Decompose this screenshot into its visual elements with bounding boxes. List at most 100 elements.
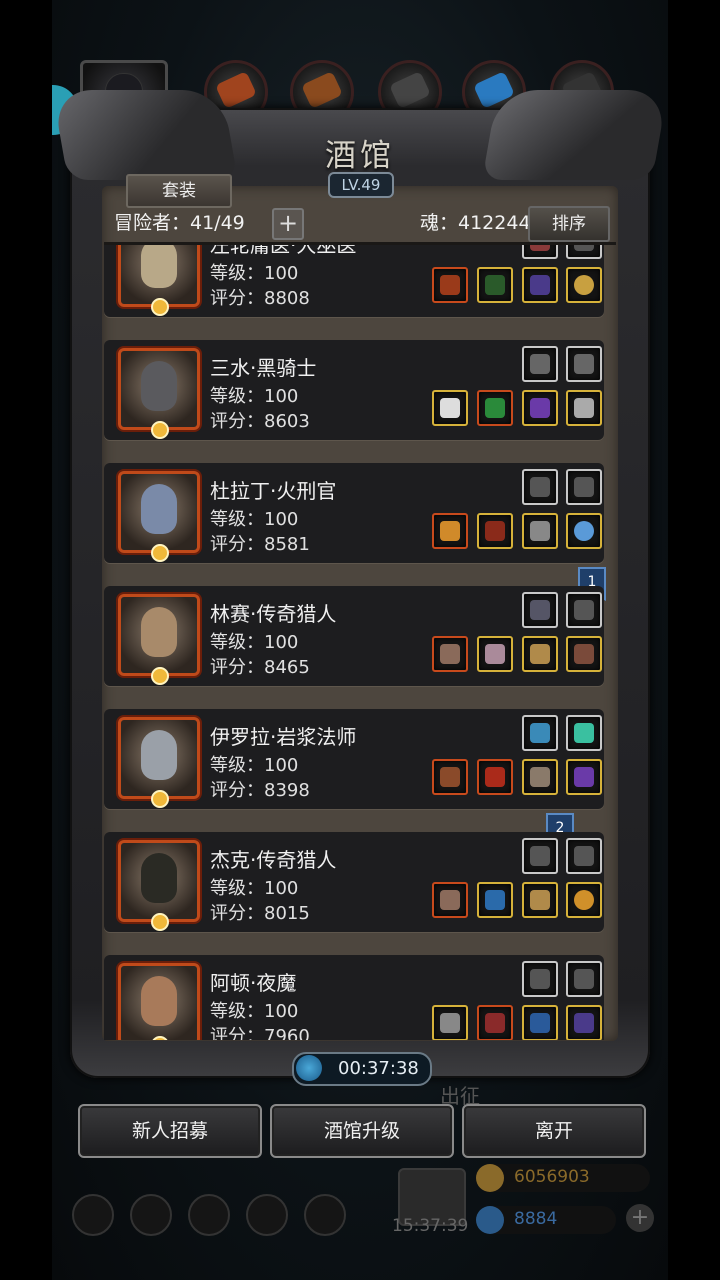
gem-slot-icon[interactable] xyxy=(566,245,602,259)
hero-row[interactable]: 伊罗拉·岩浆法师 等级：100 评分：8398 xyxy=(104,709,604,809)
gift-timer: 15:37:39 xyxy=(392,1216,469,1236)
map-icon[interactable] xyxy=(188,1194,230,1236)
armor-item-icon[interactable] xyxy=(477,882,513,918)
amulet-item-icon[interactable] xyxy=(566,390,602,426)
hero-score: 评分：8015 xyxy=(210,903,310,924)
hero-row[interactable]: 左轮庸医·大巫医 等级：100 评分：8808 xyxy=(104,245,604,317)
hero-name: 杰克·传奇猎人 xyxy=(210,848,337,872)
clock-icon xyxy=(296,1055,322,1081)
panel-title: 酒馆 xyxy=(325,138,395,174)
hero-level: 等级：100 xyxy=(210,263,299,284)
hero-name: 林赛·传奇猎人 xyxy=(210,602,337,626)
gold-counter: 6056903 xyxy=(476,1164,650,1192)
gem-slot-icon[interactable] xyxy=(522,592,558,628)
hero-level: 等级：100 xyxy=(210,386,299,407)
upgrade-tavern-button[interactable]: 酒馆升级 xyxy=(270,1104,454,1158)
armor-item-icon[interactable] xyxy=(477,636,513,672)
hero-list[interactable]: 左轮庸医·大巫医 等级：100 评分：8808 三水·黑骑士 等级：100 评分… xyxy=(104,245,616,1040)
add-currency-icon[interactable]: + xyxy=(626,1204,654,1232)
hero-score: 评分：8808 xyxy=(210,288,310,309)
settings-icon[interactable] xyxy=(72,1194,114,1236)
hero-row[interactable]: 林赛·传奇猎人 等级：100 评分：8465 xyxy=(104,586,604,686)
hero-portrait xyxy=(118,348,200,439)
gun-item-icon[interactable] xyxy=(432,636,468,672)
weapon-item-icon[interactable] xyxy=(432,267,468,303)
bag-icon[interactable] xyxy=(304,1194,346,1236)
hero-score: 评分：8581 xyxy=(210,534,310,555)
hero-portrait xyxy=(118,471,200,562)
timer-text: 00:37:38 xyxy=(338,1058,419,1079)
sort-button[interactable]: 排序 xyxy=(528,206,610,242)
gem-slot-icon[interactable] xyxy=(522,469,558,505)
gun-item-icon[interactable] xyxy=(432,882,468,918)
hero-level: 等级：100 xyxy=(210,632,299,653)
horn-item-icon[interactable] xyxy=(522,882,558,918)
hero-portrait xyxy=(118,717,200,808)
gem-slot-icon[interactable] xyxy=(566,346,602,382)
hero-portrait xyxy=(118,594,200,685)
accessory-item-icon[interactable] xyxy=(522,390,558,426)
hero-name: 左轮庸医·大巫医 xyxy=(210,245,357,257)
hero-level: 等级：100 xyxy=(210,878,299,899)
gem-slot-icon[interactable] xyxy=(522,715,558,751)
gem-slot-icon[interactable] xyxy=(522,961,558,997)
hero-score: 评分：8398 xyxy=(210,780,310,801)
gem-counter: 8884 xyxy=(476,1206,616,1234)
horn-item-icon[interactable] xyxy=(522,636,558,672)
gem-slot-icon[interactable] xyxy=(522,346,558,382)
gold-icon xyxy=(476,1164,504,1192)
accessory-item-icon[interactable] xyxy=(566,1005,602,1040)
hero-level: 等级：100 xyxy=(210,755,299,776)
gem-icon xyxy=(476,1206,504,1234)
ring-item-icon[interactable] xyxy=(566,882,602,918)
hero-level: 等级：100 xyxy=(210,509,299,530)
accessory-item-icon[interactable] xyxy=(522,759,558,795)
hero-portrait xyxy=(118,963,200,1040)
weapon-item-icon[interactable] xyxy=(432,390,468,426)
armor-item-icon[interactable] xyxy=(477,267,513,303)
suit-button[interactable]: 套装 xyxy=(126,174,232,208)
gem-slot-icon[interactable] xyxy=(566,469,602,505)
skills-icon[interactable] xyxy=(130,1194,172,1236)
hero-row[interactable]: 阿顿·夜魔 等级：100 评分：7960 xyxy=(104,955,604,1040)
robe-item-icon[interactable] xyxy=(477,759,513,795)
tavern-panel: 酒馆 LV.49 套装 冒险者：41/49 + 魂：412244 排序 左轮庸医… xyxy=(52,90,668,1078)
leave-button[interactable]: 离开 xyxy=(462,1104,646,1158)
hero-row[interactable]: 三水·黑骑士 等级：100 评分：8603 xyxy=(104,340,604,440)
recruit-button[interactable]: 新人招募 xyxy=(78,1104,262,1158)
hero-row[interactable]: 杰克·传奇猎人 等级：100 评分：8015 xyxy=(104,832,604,932)
gem-slot-icon[interactable] xyxy=(566,715,602,751)
hero-score: 评分：7960 xyxy=(210,1026,310,1040)
ring-item-icon[interactable] xyxy=(566,267,602,303)
staff-item-icon[interactable] xyxy=(432,759,468,795)
accessory-item-icon[interactable] xyxy=(566,759,602,795)
plus-icon[interactable]: + xyxy=(272,208,304,240)
armor-item-icon[interactable] xyxy=(477,1005,513,1040)
tavern-level-badge: LV.49 xyxy=(328,172,394,198)
accessory-item-icon[interactable] xyxy=(522,267,558,303)
gem-amount: 8884 xyxy=(514,1209,558,1229)
hero-level: 等级：100 xyxy=(210,1001,299,1022)
hero-portrait xyxy=(118,840,200,931)
axe-item-icon[interactable] xyxy=(432,513,468,549)
mail-icon[interactable] xyxy=(246,1194,288,1236)
gem-slot-icon[interactable] xyxy=(566,592,602,628)
accessory-item-icon[interactable] xyxy=(522,1005,558,1040)
gem-slot-icon[interactable] xyxy=(522,245,558,259)
gold-amount: 6056903 xyxy=(514,1167,590,1187)
hero-name: 三水·黑骑士 xyxy=(210,356,317,380)
accessory-item-icon[interactable] xyxy=(522,513,558,549)
weapon-item-icon[interactable] xyxy=(432,1005,468,1040)
hero-name: 阿顿·夜魔 xyxy=(210,971,297,995)
ring-item-icon[interactable] xyxy=(566,513,602,549)
hero-portrait xyxy=(118,245,200,316)
hero-name: 杜拉丁·火刑官 xyxy=(210,479,337,503)
hero-row[interactable]: 杜拉丁·火刑官 等级：100 评分：8581 xyxy=(104,463,604,563)
armor-item-icon[interactable] xyxy=(477,390,513,426)
glove-item-icon[interactable] xyxy=(566,636,602,672)
gem-slot-icon[interactable] xyxy=(566,838,602,874)
gem-slot-icon[interactable] xyxy=(566,961,602,997)
helmet-item-icon[interactable] xyxy=(477,513,513,549)
hero-score: 评分：8603 xyxy=(210,411,310,432)
gem-slot-icon[interactable] xyxy=(522,838,558,874)
